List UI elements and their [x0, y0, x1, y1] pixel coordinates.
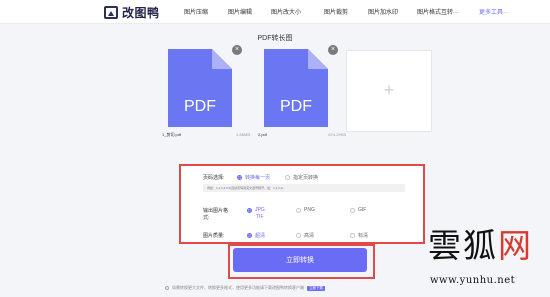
radio-format-jpg[interactable]: JPG: [247, 207, 265, 213]
pdf-file-icon: PDF: [168, 49, 232, 127]
add-file-button[interactable]: +: [346, 50, 432, 132]
file-name: 2.pdf: [258, 132, 267, 137]
footer-tip-text: 如需转换更大文件、转换更多格式，使用更多功能请下载改图鸭转换客户端: [172, 285, 304, 290]
radio-dot-icon: [296, 207, 301, 213]
top-header: 改图鸭 图片压缩 图片编辑 图片改大小 图片裁剪 图片加水印 图片格式互转···…: [0, 0, 550, 24]
nav-image-edit[interactable]: 图片编辑: [228, 7, 252, 16]
nav-image-format-convert[interactable]: 图片格式互转···: [417, 7, 459, 16]
output-format-label: 输出图片格: [203, 208, 229, 214]
radio-label: 转换每一页: [245, 175, 271, 181]
radio-dot-icon: [350, 207, 355, 213]
remove-file-icon[interactable]: ×: [328, 45, 338, 55]
pdf-badge-text: PDF: [280, 98, 312, 115]
radio-quality-standard[interactable]: 标清: [350, 232, 368, 239]
image-quality-label: 图片质量:: [203, 233, 225, 239]
radio-quality-high[interactable]: 高清: [296, 232, 314, 239]
radio-label: 超清: [255, 233, 266, 239]
file-card[interactable]: PDF × 2.pdf 674.29KB: [258, 43, 346, 141]
radio-label: GIF: [358, 207, 367, 213]
page-selection-label: 页码选择:: [203, 175, 225, 181]
page-range-input[interactable]: [203, 184, 405, 192]
main-nav: 图片压缩 图片编辑 图片改大小 图片裁剪 图片加水印 图片格式互转··· 更多工…: [0, 7, 550, 19]
radio-specified-pages[interactable]: 指定页转换: [285, 174, 318, 181]
watermark-url: www.yunhu.net: [430, 275, 516, 286]
remove-file-icon[interactable]: ×: [232, 45, 242, 55]
plus-icon: +: [383, 80, 395, 100]
format-tif-option[interactable]: TIF: [256, 214, 264, 220]
radio-format-gif[interactable]: GIF: [350, 207, 366, 213]
watermark-logo: 雲狐网: [428, 226, 533, 266]
radio-dot-icon: [350, 233, 355, 238]
watermark-title: 雲狐: [428, 226, 498, 265]
nav-image-watermark[interactable]: 图片加水印: [368, 7, 398, 16]
radio-quality-ultra[interactable]: 超清: [247, 232, 265, 239]
nav-image-resize[interactable]: 图片改大小: [271, 7, 301, 16]
radio-dot-icon: [237, 175, 242, 180]
radio-label: JPG: [255, 207, 265, 213]
pdf-badge-text: PDF: [184, 98, 216, 115]
pdf-file-icon: PDF: [264, 49, 328, 127]
radio-label: PNG: [304, 207, 315, 213]
radio-label: 标清: [358, 233, 369, 239]
page-title: PDF转长图: [257, 35, 293, 42]
file-size: 674.29KB: [328, 132, 346, 137]
file-size: 2.86MB: [236, 132, 250, 137]
download-now-button[interactable]: 立即下载: [307, 285, 325, 291]
info-icon: [165, 286, 169, 290]
file-card[interactable]: PDF × 1_剪切.pdf 2.86MB: [162, 43, 250, 141]
radio-label: 高清: [304, 233, 315, 239]
conversion-settings-panel: 页码选择: 转换每一页 指定页转换 输出图片格 式: JPG TIF PNG G…: [179, 164, 425, 244]
radio-dot-icon: [296, 233, 301, 238]
radio-dot-icon: [247, 233, 252, 238]
convert-now-button[interactable]: 立即转换: [233, 248, 367, 272]
radio-dot-icon: [285, 175, 290, 180]
nav-image-compress[interactable]: 图片压缩: [184, 7, 208, 16]
output-format-label-cont: 式:: [203, 215, 210, 221]
radio-convert-every-page[interactable]: 转换每一页: [237, 174, 270, 181]
nav-image-crop[interactable]: 图片裁剪: [324, 7, 348, 16]
nav-more-tools[interactable]: 更多工具···: [479, 7, 509, 16]
radio-format-png[interactable]: PNG: [296, 207, 315, 213]
watermark-title-net: 网: [498, 226, 533, 265]
file-name: 1_剪切.pdf: [162, 132, 182, 137]
radio-label: 指定页转换: [293, 175, 319, 181]
footer-tip: 如需转换更大文件、转换更多格式，使用更多功能请下载改图鸭转换客户端 立即下载: [165, 285, 325, 291]
radio-dot-icon: [247, 207, 252, 213]
